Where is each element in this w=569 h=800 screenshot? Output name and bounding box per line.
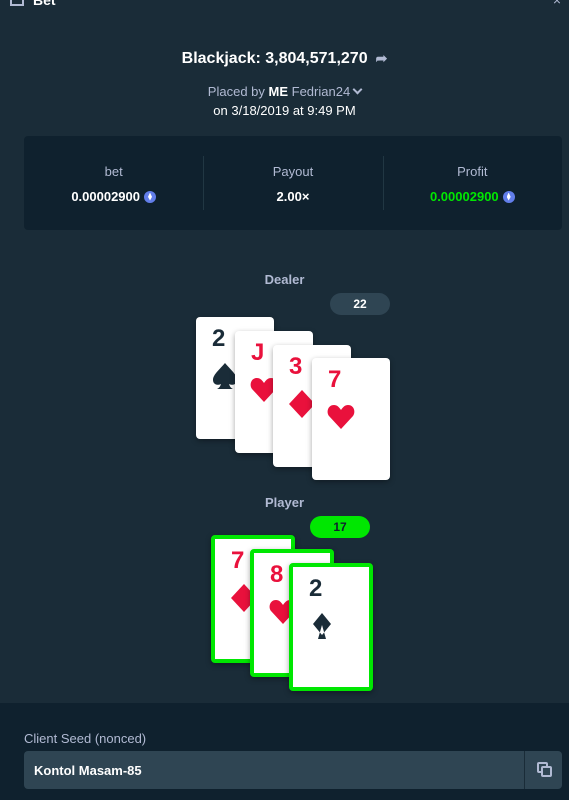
share-icon[interactable]: ➦	[376, 50, 388, 66]
chevron-down-icon[interactable]	[352, 84, 363, 95]
stat-bet-label: bet	[104, 164, 123, 179]
client-seed-input[interactable]	[24, 751, 524, 789]
chart-icon	[10, 0, 24, 6]
stat-payout-value: 2.00×	[276, 189, 310, 204]
eth-coin-icon	[502, 190, 515, 203]
rank-tag: ME	[268, 84, 289, 99]
card-rank: 3	[289, 353, 303, 380]
card-rank: 2	[309, 575, 323, 602]
window-title: Bet	[33, 0, 56, 8]
club-icon	[307, 611, 337, 641]
player-label: Player	[264, 495, 305, 510]
stat-profit-value: 0.00002900	[430, 189, 515, 204]
client-seed-label: Client Seed (nonced)	[24, 731, 147, 746]
bet-amount: 0.00002900	[71, 189, 140, 204]
placed-by-label: Placed by	[207, 84, 265, 99]
bet-date: on 3/18/2019 at 9:49 PM	[213, 103, 356, 118]
placed-by: Placed by ME Fedrian24	[0, 84, 569, 99]
player-total-badge: 17	[310, 516, 370, 538]
eth-coin-icon	[144, 190, 156, 203]
window-titlebar: Bet ×	[0, 0, 569, 8]
card-rank: J	[251, 339, 265, 366]
card-rank: 7	[231, 547, 245, 574]
profit-amount: 0.00002900	[429, 189, 499, 204]
copy-button[interactable]	[524, 751, 562, 789]
bet-stats-panel: bet 0.00002900 Payout 2.00× Profit 0.000…	[24, 136, 562, 230]
bet-title: Blackjack: 3,804,571,270	[181, 50, 368, 67]
stat-payout-label: Payout	[272, 164, 314, 179]
stat-bet: bet 0.00002900	[24, 136, 203, 230]
copy-icon-front	[541, 766, 552, 777]
stat-profit: Profit 0.00002900	[382, 136, 562, 230]
dealer-total-badge: 22	[330, 293, 390, 315]
bet-title-row: Blackjack: 3,804,571,270 ➦	[0, 50, 569, 68]
heart-icon	[326, 402, 356, 432]
stat-payout: Payout 2.00×	[203, 136, 382, 230]
close-icon[interactable]: ×	[553, 0, 561, 8]
card-rank: 8	[270, 561, 284, 588]
username-link[interactable]: Fedrian24	[292, 84, 351, 99]
dealer-card: 7	[312, 358, 390, 480]
dealer-label: Dealer	[264, 272, 305, 287]
bet-header: Blackjack: 3,804,571,270 ➦ Placed by ME F…	[0, 50, 569, 118]
player-card: 2	[289, 563, 373, 691]
stat-profit-label: Profit	[457, 164, 488, 179]
client-seed-field	[24, 751, 562, 789]
stat-bet-value: 0.00002900	[71, 189, 156, 204]
card-rank: 7	[328, 366, 342, 393]
card-rank: 2	[212, 325, 226, 352]
